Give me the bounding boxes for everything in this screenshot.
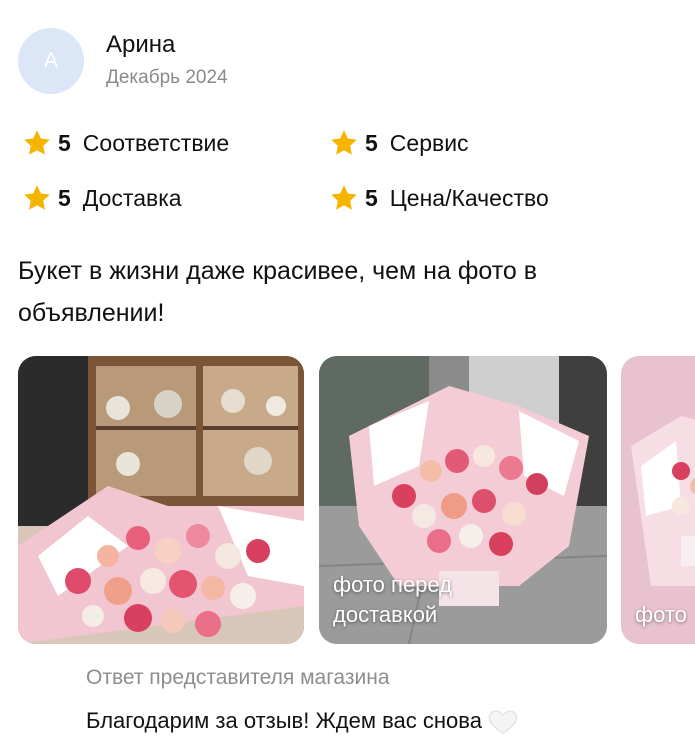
author-name[interactable]: Арина: [106, 31, 175, 59]
reply-text: Благодарим за отзыв! Ждем вас снова: [86, 708, 482, 733]
avatar[interactable]: А: [18, 28, 84, 94]
review-photo-3[interactable]: фото: [621, 356, 695, 644]
reply-title: Ответ представителя магазина: [86, 666, 390, 689]
star-icon: [331, 185, 357, 210]
reply-text-row: Благодарим за отзыв! Ждем вас снова: [86, 707, 518, 735]
rating-score: 5: [365, 129, 378, 156]
rating-score: 5: [58, 184, 71, 211]
photo-carousel[interactable]: фото перед доставкой фото: [18, 356, 695, 644]
rating-label: Соответствие: [82, 129, 230, 156]
rating-score: 5: [58, 129, 71, 156]
photo-caption: фото перед доставкой: [333, 572, 453, 627]
rating-label: Сервис: [389, 129, 469, 156]
star-icon: [24, 130, 50, 155]
white-heart-icon: [488, 710, 518, 735]
rating-score: 5: [365, 184, 378, 211]
rating-delivery: 5 Доставка: [22, 180, 182, 216]
rating-conformity: 5 Соответствие: [22, 125, 229, 161]
review-photo-1[interactable]: [18, 356, 304, 644]
review-date: Декабрь 2024: [106, 67, 228, 88]
photo-caption: фото: [635, 602, 687, 627]
bouquet-photo-image: [18, 356, 304, 644]
review-text: Букет в жизни даже красивее, чем на фото…: [18, 257, 538, 327]
rating-price-quality: 5 Цена/Качество: [329, 180, 549, 216]
rating-label: Доставка: [82, 184, 182, 211]
review-header: А Арина Декабрь 2024: [18, 28, 678, 94]
rating-service: 5 Сервис: [329, 125, 469, 161]
star-icon: [24, 185, 50, 210]
rating-label: Цена/Качество: [389, 184, 549, 211]
review-photo-2[interactable]: фото перед доставкой: [319, 356, 607, 644]
star-icon: [331, 130, 357, 155]
